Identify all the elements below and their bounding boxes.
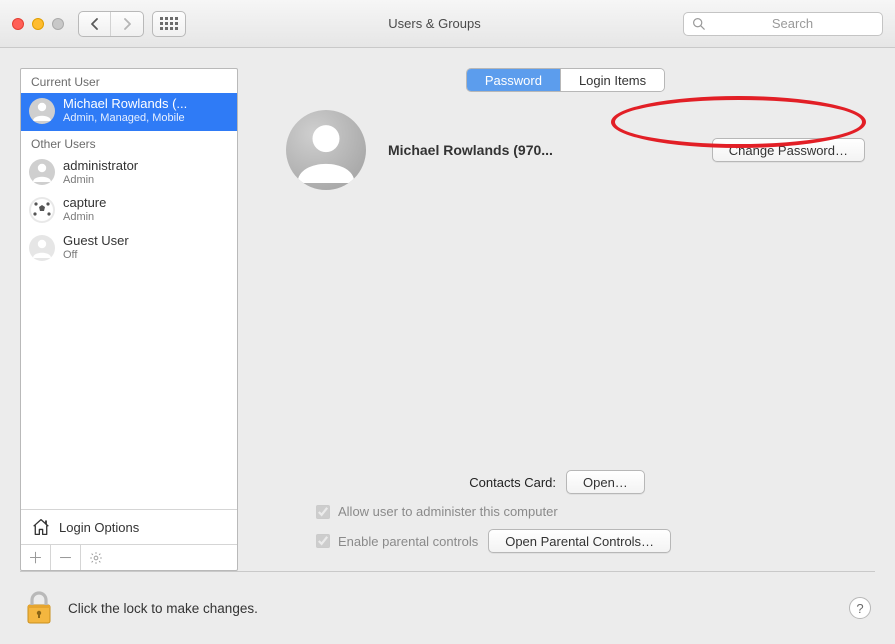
show-all-prefs-button[interactable] bbox=[152, 11, 186, 37]
lock-icon bbox=[24, 590, 54, 626]
checkbox-label: Allow user to administer this computer bbox=[338, 504, 558, 519]
user-role-label: Admin bbox=[63, 211, 106, 224]
tab-label: Password bbox=[485, 73, 542, 88]
avatar-icon bbox=[29, 159, 55, 185]
search-field-wrapper[interactable] bbox=[683, 12, 883, 36]
profile-display-name: Michael Rowlands (970... bbox=[388, 142, 690, 158]
avatar-icon bbox=[29, 98, 55, 124]
sidebar-item-current-user[interactable]: Michael Rowlands (... Admin, Managed, Mo… bbox=[21, 93, 237, 131]
content-area: Current User Michael Rowlands (... Admin… bbox=[0, 48, 895, 571]
user-role-label: Admin bbox=[63, 174, 138, 187]
lock-hint-text: Click the lock to make changes. bbox=[68, 601, 258, 616]
user-name-label: administrator bbox=[63, 159, 138, 174]
avatar-icon bbox=[29, 197, 55, 223]
settings-form: Contacts Card: Open… Allow user to admin… bbox=[256, 470, 875, 571]
nav-back-forward bbox=[78, 11, 144, 37]
add-user-button[interactable]: ＋ bbox=[21, 545, 51, 570]
user-name-label: Guest User bbox=[63, 234, 129, 249]
user-role-label: Off bbox=[63, 249, 129, 262]
titlebar: Users & Groups bbox=[0, 0, 895, 48]
allow-admin-checkbox[interactable]: Allow user to administer this computer bbox=[316, 504, 558, 519]
footer: Click the lock to make changes. ? bbox=[0, 572, 895, 644]
window-controls bbox=[12, 18, 64, 30]
user-role-label: Admin, Managed, Mobile bbox=[63, 112, 187, 125]
tab-login-items[interactable]: Login Items bbox=[560, 69, 664, 91]
login-options-button[interactable]: Login Options bbox=[21, 509, 237, 544]
sidebar-item-administrator[interactable]: administrator Admin bbox=[21, 155, 237, 193]
parental-controls-row: Enable parental controls Open Parental C… bbox=[276, 529, 855, 553]
admin-checkbox-row: Allow user to administer this computer bbox=[276, 504, 855, 519]
minimize-window-icon[interactable] bbox=[32, 18, 44, 30]
close-window-icon[interactable] bbox=[12, 18, 24, 30]
detail-pane: Password Login Items Michael Rowlands (9… bbox=[256, 68, 875, 571]
avatar-icon bbox=[29, 235, 55, 261]
window-title: Users & Groups bbox=[186, 16, 683, 31]
checkbox-input[interactable] bbox=[316, 534, 330, 548]
lock-button[interactable] bbox=[24, 590, 54, 626]
sidebar-footer: ＋ － bbox=[21, 544, 237, 570]
sidebar-item-guest[interactable]: Guest User Off bbox=[21, 230, 237, 268]
open-contacts-button[interactable]: Open… bbox=[566, 470, 645, 494]
back-button[interactable] bbox=[79, 12, 111, 36]
remove-user-button[interactable]: － bbox=[51, 545, 81, 570]
search-input[interactable] bbox=[711, 16, 874, 31]
user-name-label: capture bbox=[63, 196, 106, 211]
profile-row: Michael Rowlands (970... Change Password… bbox=[256, 110, 875, 190]
button-label: Change Password… bbox=[729, 143, 848, 158]
sidebar-header-current: Current User bbox=[21, 69, 237, 93]
contacts-card-row: Contacts Card: Open… bbox=[276, 470, 855, 494]
search-icon bbox=[692, 17, 705, 30]
user-name-label: Michael Rowlands (... bbox=[63, 97, 187, 112]
profile-avatar[interactable] bbox=[286, 110, 366, 190]
contacts-card-label: Contacts Card: bbox=[276, 475, 556, 490]
open-parental-controls-button[interactable]: Open Parental Controls… bbox=[488, 529, 671, 553]
user-list-sidebar: Current User Michael Rowlands (... Admin… bbox=[20, 68, 238, 571]
sidebar-item-capture[interactable]: capture Admin bbox=[21, 192, 237, 230]
button-label: Open… bbox=[583, 475, 628, 490]
users-and-groups-window: Users & Groups Current User Michael Rowl… bbox=[0, 0, 895, 644]
checkbox-input[interactable] bbox=[316, 505, 330, 519]
help-button[interactable]: ? bbox=[849, 597, 871, 619]
change-password-button[interactable]: Change Password… bbox=[712, 138, 865, 162]
button-label: Open Parental Controls… bbox=[505, 534, 654, 549]
zoom-window-icon bbox=[52, 18, 64, 30]
parental-controls-checkbox[interactable]: Enable parental controls bbox=[316, 534, 478, 549]
tab-password[interactable]: Password bbox=[467, 69, 560, 91]
gear-icon bbox=[89, 551, 103, 565]
tab-label: Login Items bbox=[579, 73, 646, 88]
checkbox-label: Enable parental controls bbox=[338, 534, 478, 549]
house-icon bbox=[31, 518, 51, 536]
tab-bar: Password Login Items bbox=[466, 68, 665, 92]
user-actions-button[interactable] bbox=[81, 545, 111, 570]
forward-button[interactable] bbox=[111, 12, 143, 36]
sidebar-header-others: Other Users bbox=[21, 131, 237, 155]
login-options-label: Login Options bbox=[59, 520, 139, 535]
